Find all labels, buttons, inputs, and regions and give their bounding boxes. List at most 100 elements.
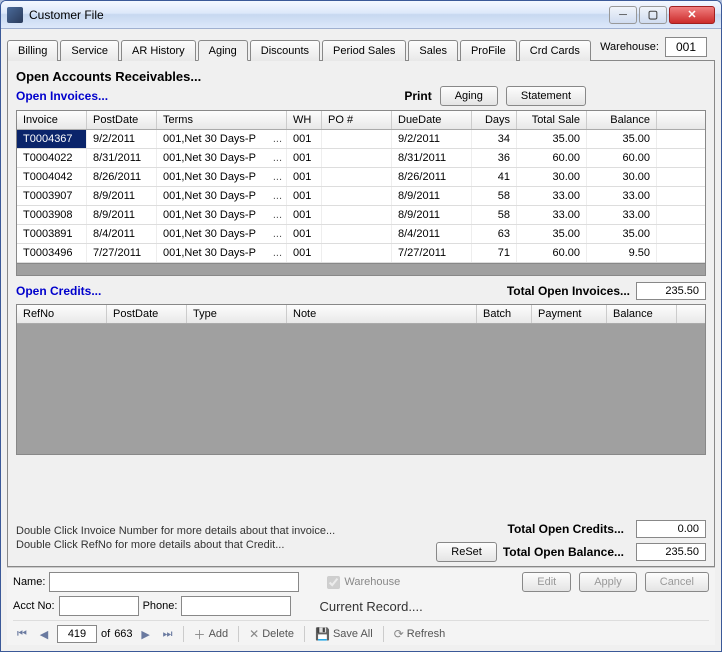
- close-button[interactable]: ✕: [669, 6, 715, 24]
- col-credit-balance[interactable]: Balance: [607, 305, 677, 323]
- cell-terms: 001,Net 30 Days-P...: [157, 168, 287, 186]
- cell-invoice[interactable]: T0004022: [17, 149, 87, 167]
- nav-prev-icon[interactable]: ◀: [35, 625, 53, 643]
- cell-invoice[interactable]: T0003891: [17, 225, 87, 243]
- ellipsis-icon[interactable]: ...: [273, 247, 282, 259]
- col-batch[interactable]: Batch: [477, 305, 532, 323]
- tab-billing[interactable]: Billing: [7, 40, 58, 61]
- table-row[interactable]: T00038918/4/2011001,Net 30 Days-P...0018…: [17, 225, 705, 244]
- cell-balance: 35.00: [587, 130, 657, 148]
- tab-discounts[interactable]: Discounts: [250, 40, 320, 61]
- phone-input[interactable]: [181, 596, 291, 616]
- nav-next-icon[interactable]: ▶: [137, 625, 155, 643]
- cell-balance: 60.00: [587, 149, 657, 167]
- cell-po: [322, 244, 392, 262]
- cell-invoice[interactable]: T0003907: [17, 187, 87, 205]
- edit-button[interactable]: Edit: [522, 572, 571, 592]
- apply-button[interactable]: Apply: [579, 572, 637, 592]
- ellipsis-icon[interactable]: ...: [273, 152, 282, 164]
- warehouse-check-input[interactable]: [327, 576, 340, 589]
- ellipsis-icon[interactable]: ...: [273, 228, 282, 240]
- col-type[interactable]: Type: [187, 305, 287, 323]
- open-credits-link[interactable]: Open Credits...: [16, 284, 101, 298]
- cell-invoice[interactable]: T0004042: [17, 168, 87, 186]
- table-row[interactable]: T00043679/2/2011001,Net 30 Days-P...0019…: [17, 130, 705, 149]
- nav-delete-button[interactable]: ✕Delete: [245, 627, 298, 641]
- col-postdate[interactable]: PostDate: [87, 111, 157, 129]
- col-wh[interactable]: WH: [287, 111, 322, 129]
- titlebar[interactable]: Customer File ─ ▢ ✕: [1, 1, 721, 29]
- nav-add-button[interactable]: ＋Add: [190, 626, 233, 643]
- cell-duedate: 8/26/2011: [392, 168, 472, 186]
- total-open-balance-label: Total Open Balance...: [503, 545, 624, 559]
- nav-last-icon[interactable]: ⏭: [159, 625, 177, 643]
- ellipsis-icon[interactable]: ...: [273, 209, 282, 221]
- tab-ar-history[interactable]: AR History: [121, 40, 196, 61]
- statement-button[interactable]: Statement: [506, 86, 586, 106]
- table-row[interactable]: T00039078/9/2011001,Net 30 Days-P...0018…: [17, 187, 705, 206]
- ellipsis-icon[interactable]: ...: [273, 171, 282, 183]
- hint-invoice: Double Click Invoice Number for more det…: [16, 524, 426, 538]
- tab-sales[interactable]: Sales: [408, 40, 458, 61]
- cancel-button[interactable]: Cancel: [645, 572, 709, 592]
- name-input[interactable]: [49, 572, 299, 592]
- print-label: Print: [404, 89, 431, 103]
- table-row[interactable]: T00034967/27/2011001,Net 30 Days-P...001…: [17, 244, 705, 263]
- total-open-balance-value: 235.50: [636, 543, 706, 561]
- cell-wh: 001: [287, 187, 322, 205]
- col-credit-postdate[interactable]: PostDate: [107, 305, 187, 323]
- warehouse-value[interactable]: 001: [665, 37, 707, 57]
- table-row[interactable]: T00040228/31/2011001,Net 30 Days-P...001…: [17, 149, 705, 168]
- open-invoices-link[interactable]: Open Invoices...: [16, 89, 108, 103]
- warehouse-label: Warehouse:: [600, 41, 659, 53]
- reset-button[interactable]: ReSet: [436, 542, 497, 562]
- maximize-button[interactable]: ▢: [639, 6, 667, 24]
- content: Warehouse: 001 BillingServiceAR HistoryA…: [1, 29, 721, 651]
- col-duedate[interactable]: DueDate: [392, 111, 472, 129]
- nav-first-icon[interactable]: ⏮: [13, 625, 31, 643]
- col-terms[interactable]: Terms: [157, 111, 287, 129]
- col-payment[interactable]: Payment: [532, 305, 607, 323]
- cell-postdate: 8/9/2011: [87, 187, 157, 205]
- invoices-grid[interactable]: Invoice PostDate Terms WH PO # DueDate D…: [16, 110, 706, 276]
- col-note[interactable]: Note: [287, 305, 477, 323]
- cell-total: 60.00: [517, 244, 587, 262]
- col-invoice[interactable]: Invoice: [17, 111, 87, 129]
- cell-invoice[interactable]: T0003496: [17, 244, 87, 262]
- nav-refresh-button[interactable]: ⟳Refresh: [390, 627, 450, 641]
- tab-profile[interactable]: ProFile: [460, 40, 517, 61]
- col-po[interactable]: PO #: [322, 111, 392, 129]
- credits-grid[interactable]: RefNo PostDate Type Note Batch Payment B…: [16, 304, 706, 455]
- warehouse-check-label: Warehouse: [344, 576, 400, 588]
- footer-form: Name: Warehouse Edit Apply Cancel Acct N…: [7, 567, 715, 645]
- nav-position-input[interactable]: [57, 625, 97, 643]
- window: Customer File ─ ▢ ✕ Warehouse: 001 Billi…: [0, 0, 722, 652]
- cell-total: 30.00: [517, 168, 587, 186]
- warehouse-checkbox[interactable]: Warehouse: [327, 576, 400, 589]
- table-row[interactable]: T00039088/9/2011001,Net 30 Days-P...0018…: [17, 206, 705, 225]
- cell-terms: 001,Net 30 Days-P...: [157, 244, 287, 262]
- table-row[interactable]: T00040428/26/2011001,Net 30 Days-P...001…: [17, 168, 705, 187]
- cell-terms: 001,Net 30 Days-P...: [157, 225, 287, 243]
- tab-crd-cards[interactable]: Crd Cards: [519, 40, 591, 61]
- col-totalsale[interactable]: Total Sale: [517, 111, 587, 129]
- col-refno[interactable]: RefNo: [17, 305, 107, 323]
- nav-saveall-button[interactable]: 💾Save All: [311, 627, 377, 641]
- cell-total: 33.00: [517, 187, 587, 205]
- tab-service[interactable]: Service: [60, 40, 119, 61]
- cell-po: [322, 225, 392, 243]
- acct-input[interactable]: [59, 596, 139, 616]
- cell-invoice[interactable]: T0004367: [17, 130, 87, 148]
- credits-header: RefNo PostDate Type Note Batch Payment B…: [17, 305, 705, 324]
- tab-period-sales[interactable]: Period Sales: [322, 40, 406, 61]
- tab-aging[interactable]: Aging: [198, 40, 248, 61]
- aging-button[interactable]: Aging: [440, 86, 498, 106]
- ellipsis-icon[interactable]: ...: [273, 133, 282, 145]
- col-balance[interactable]: Balance: [587, 111, 657, 129]
- ellipsis-icon[interactable]: ...: [273, 190, 282, 202]
- col-days[interactable]: Days: [472, 111, 517, 129]
- x-icon: ✕: [249, 627, 259, 641]
- cell-duedate: 8/31/2011: [392, 149, 472, 167]
- minimize-button[interactable]: ─: [609, 6, 637, 24]
- cell-invoice[interactable]: T0003908: [17, 206, 87, 224]
